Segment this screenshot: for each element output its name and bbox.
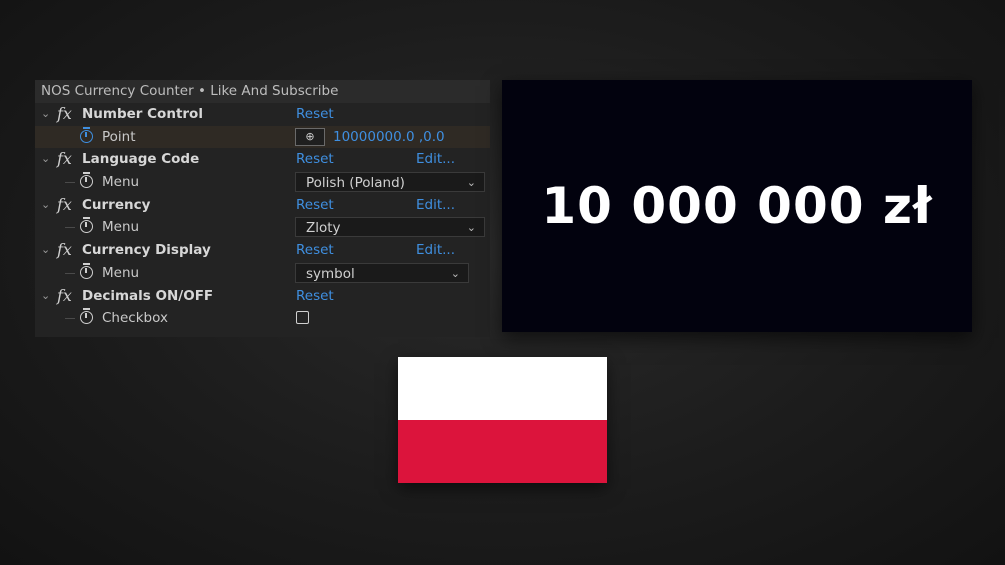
- chevron-down-icon[interactable]: ⌄: [41, 103, 50, 126]
- flag-white-band: [398, 357, 607, 420]
- param-label: Checkbox: [102, 310, 168, 327]
- panel-title: NOS Currency Counter • Like And Subscrib…: [35, 80, 490, 103]
- stopwatch-icon[interactable]: [80, 308, 93, 325]
- reset-link[interactable]: Reset: [296, 239, 334, 262]
- stopwatch-icon[interactable]: [80, 126, 93, 143]
- chevron-down-icon[interactable]: ⌄: [41, 239, 50, 262]
- dropdown-value: symbol: [306, 265, 355, 282]
- point-value[interactable]: 10000000.0 ,0.0: [333, 126, 445, 149]
- language-dropdown[interactable]: Polish (Poland) ⌄: [295, 172, 485, 193]
- param-row-point: Point ⊕ 10000000.0 ,0.0: [35, 125, 490, 149]
- effect-name: Currency Display: [82, 242, 211, 259]
- effect-name: Number Control: [82, 106, 203, 122]
- reset-link[interactable]: Reset: [296, 148, 334, 171]
- edit-link[interactable]: Edit...: [416, 239, 455, 262]
- stopwatch-icon[interactable]: [80, 262, 93, 279]
- flag-red-band: [398, 420, 607, 483]
- fx-icon[interactable]: fx: [57, 239, 72, 262]
- currency-counter-text: 10 000 000 zł: [541, 177, 933, 235]
- reset-link[interactable]: Reset: [296, 194, 334, 217]
- param-row-menu: Menu Polish (Poland) ⌄: [35, 171, 490, 194]
- dropdown-value: Polish (Poland): [306, 175, 405, 192]
- effect-controls-panel: NOS Currency Counter • Like And Subscrib…: [35, 80, 490, 337]
- composition-preview: 10 000 000 zł: [502, 80, 972, 332]
- point-target-icon[interactable]: ⊕: [295, 127, 325, 146]
- currency-display-dropdown[interactable]: symbol ⌄: [295, 262, 469, 283]
- fx-icon[interactable]: fx: [57, 194, 72, 217]
- chevron-down-icon: ⌄: [466, 221, 476, 235]
- tree-line: [65, 182, 75, 184]
- reset-link[interactable]: Reset: [296, 285, 334, 308]
- tree-line: [65, 227, 75, 229]
- effect-row-currency-display[interactable]: ⌄ fx Currency Display Reset Edit...: [35, 239, 490, 262]
- decimals-checkbox[interactable]: [296, 311, 309, 325]
- fx-icon[interactable]: fx: [57, 103, 72, 126]
- stopwatch-icon[interactable]: [80, 217, 93, 234]
- effect-row-number-control[interactable]: ⌄ fx Number Control Reset: [35, 103, 490, 126]
- currency-dropdown[interactable]: Zloty ⌄: [295, 217, 485, 238]
- param-row-menu: Menu symbol ⌄: [35, 262, 490, 285]
- param-label: Menu: [102, 264, 140, 281]
- effect-row-language-code[interactable]: ⌄ fx Language Code Reset Edit...: [35, 148, 490, 171]
- effect-name: Decimals ON/OFF: [82, 287, 214, 304]
- stopwatch-icon[interactable]: [80, 172, 93, 189]
- chevron-down-icon[interactable]: ⌄: [41, 194, 50, 217]
- chevron-down-icon: ⌄: [466, 176, 476, 190]
- param-label: Point: [102, 128, 136, 145]
- reset-link[interactable]: Reset: [296, 103, 334, 126]
- effect-name: Language Code: [82, 151, 200, 168]
- chevron-down-icon: ⌄: [450, 266, 460, 280]
- param-label: Menu: [102, 219, 140, 236]
- effect-row-decimals[interactable]: ⌄ fx Decimals ON/OFF Reset: [35, 285, 490, 308]
- fx-icon[interactable]: fx: [57, 285, 72, 308]
- effect-name: Currency: [82, 196, 151, 213]
- chevron-down-icon[interactable]: ⌄: [41, 148, 50, 171]
- poland-flag-image: [398, 357, 607, 483]
- dropdown-value: Zloty: [306, 220, 341, 237]
- edit-link[interactable]: Edit...: [416, 148, 455, 171]
- tree-line: [65, 318, 75, 320]
- fx-icon[interactable]: fx: [57, 148, 72, 171]
- edit-link[interactable]: Edit...: [416, 194, 455, 217]
- param-row-menu: Menu Zloty ⌄: [35, 216, 490, 239]
- chevron-down-icon[interactable]: ⌄: [41, 285, 50, 308]
- tree-line: [65, 272, 75, 274]
- param-label: Menu: [102, 174, 140, 191]
- param-row-checkbox: Checkbox: [35, 307, 490, 330]
- effect-row-currency[interactable]: ⌄ fx Currency Reset Edit...: [35, 194, 490, 217]
